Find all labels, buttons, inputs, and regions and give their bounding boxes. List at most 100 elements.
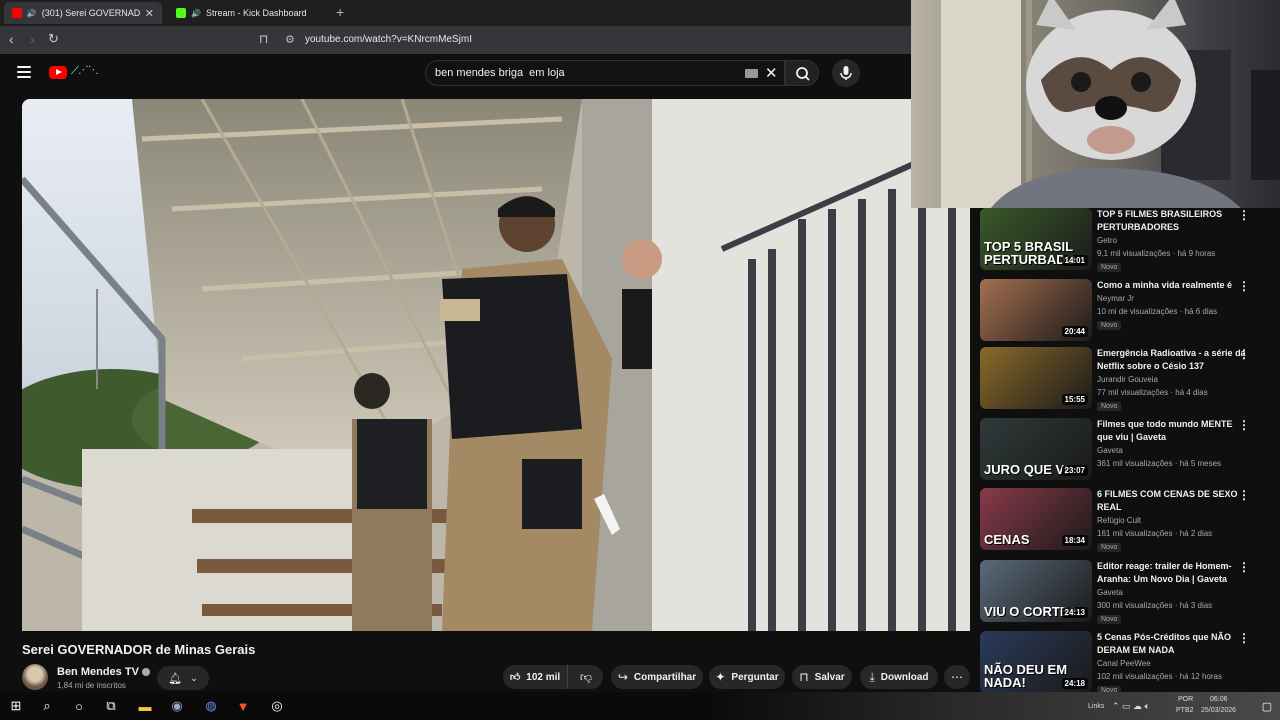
save-button[interactable]: ⊓ Salvar	[792, 665, 852, 689]
video-frame	[22, 99, 970, 631]
notification-bell-button[interactable]: 🔔︎ ⌄	[157, 666, 209, 690]
recommendation-channel[interactable]: Neymar Jr	[1097, 294, 1134, 303]
like-button[interactable]: 👍︎ 102 mil	[503, 665, 568, 689]
recommendation-item[interactable]: 15:55 Emergência Radioativa - a série da …	[980, 347, 1280, 413]
video-player[interactable]	[22, 99, 970, 631]
clear-search-icon[interactable]: ✕	[765, 64, 778, 82]
recommendation-title[interactable]: 6 FILMES COM CENAS DE SEXO REAL	[1097, 488, 1247, 514]
new-tab-button[interactable]: +	[336, 4, 344, 20]
obs-icon[interactable]: ◎	[268, 697, 286, 715]
like-dislike-group: 👍︎ 102 mil 👎︎	[503, 665, 603, 689]
task-view-icon[interactable]: ⧉	[102, 697, 120, 715]
discord-icon[interactable]: ◍	[202, 697, 220, 715]
recommendation-thumbnail[interactable]: VIU O CORTE? 24:13	[980, 560, 1092, 622]
search-input[interactable]: ben mendes briga em loja	[435, 67, 565, 79]
language-indicator[interactable]: POR	[1178, 696, 1193, 703]
channel-name-text[interactable]: Ben Mendes TV	[57, 666, 139, 678]
share-button[interactable]: ↪ Compartilhar	[611, 665, 703, 689]
bookmark-icon[interactable]: ⊓	[259, 32, 268, 46]
download-button[interactable]: ⤓ Download	[860, 665, 938, 689]
recommendation-title[interactable]: TOP 5 FILMES BRASILEIROS PERTURBADORES	[1097, 208, 1247, 234]
recommendation-item[interactable]: JURO QUE VI 23:07 Filmes que todo mundo ME…	[980, 418, 1280, 484]
keyboard-icon[interactable]	[745, 69, 758, 78]
more-options-icon[interactable]: ⋮	[1238, 208, 1250, 222]
kick-favicon-icon	[176, 8, 186, 18]
hamburger-menu-icon[interactable]	[17, 66, 31, 78]
new-badge: Novo	[1097, 321, 1122, 330]
more-options-icon[interactable]: ⋮	[1238, 488, 1250, 502]
channel-avatar[interactable]	[22, 664, 48, 690]
recommendation-channel[interactable]: Gaveta	[1097, 588, 1123, 597]
recommendation-channel[interactable]: Getro	[1097, 236, 1117, 245]
recommendation-item[interactable]: TOP 5 BRASIL PERTURBADO 14:01 TOP 5 FILMES…	[980, 208, 1280, 274]
recommendation-item[interactable]: NÃO DEU EM NADA! 24:18 5 Cenas Pós-Crédito…	[980, 631, 1280, 697]
recommendation-channel[interactable]: Refúgio Cult	[1097, 516, 1141, 525]
brave-icon[interactable]: ▼	[234, 697, 252, 715]
search-box[interactable]: ben mendes briga em loja ✕	[425, 60, 785, 86]
recommendation-title[interactable]: Como a minha vida realmente é	[1097, 279, 1247, 292]
video-title: Serei GOVERNADOR de Minas Gerais	[22, 642, 256, 657]
steam-icon[interactable]: ◉	[168, 697, 186, 715]
recommendation-thumbnail[interactable]: 20:44	[980, 279, 1092, 341]
tab-youtube[interactable]: 🔊 (301) Serei GOVERNADOR de ✕	[4, 2, 162, 24]
clock-time[interactable]: 06:06	[1210, 696, 1228, 703]
subscriber-count: 1,84 mi de inscritos	[57, 681, 126, 690]
video-duration: 18:34	[1061, 535, 1088, 546]
search-button[interactable]	[785, 60, 819, 86]
recommendation-item[interactable]: CENAS 18:34 6 FILMES COM CENAS DE SEXO REA…	[980, 488, 1280, 554]
recommendation-meta: 9,1 mil visualizações · há 9 horas	[1097, 249, 1216, 258]
recommendation-title[interactable]: Filmes que todo mundo MENTE que viu | Ga…	[1097, 418, 1247, 444]
recommendation-title[interactable]: Emergência Radioativa - a série da Netfl…	[1097, 347, 1247, 373]
windows-taskbar: ⊞ ⌕ ○ ⧉ ▬ ◉ ◍ ▼ ◎ Links ⌃ ▭ ☁ 🔈︎ POR PTB…	[0, 692, 1280, 720]
recommendation-thumbnail[interactable]: JURO QUE VI 23:07	[980, 418, 1092, 480]
voice-search-button[interactable]	[832, 59, 860, 87]
recommendation-channel[interactable]: Jurandir Gouveia	[1097, 375, 1158, 384]
forward-icon[interactable]: ›	[30, 31, 35, 47]
back-icon[interactable]: ‹	[9, 31, 14, 47]
webcam-overlay	[911, 0, 1280, 208]
recommendation-item[interactable]: 20:44 Como a minha vida realmente é Neymar…	[980, 279, 1280, 345]
recommendation-thumbnail[interactable]: NÃO DEU EM NADA! 24:18	[980, 631, 1092, 693]
recommendation-title[interactable]: 5 Cenas Pós-Créditos que NÃO DERAM EM NA…	[1097, 631, 1247, 657]
more-options-icon[interactable]: ⋮	[1238, 347, 1250, 361]
more-options-icon[interactable]: ⋮	[1238, 279, 1250, 293]
video-duration: 20:44	[1061, 326, 1088, 337]
more-actions-button[interactable]: ⋯	[944, 665, 970, 689]
more-options-icon[interactable]: ⋮	[1238, 418, 1250, 432]
more-options-icon[interactable]: ⋮	[1238, 560, 1250, 574]
close-tab-icon[interactable]: ✕	[145, 7, 154, 20]
sparkle-icon: ✦	[715, 670, 726, 684]
search-icon[interactable]: ⌕	[38, 697, 56, 715]
more-options-icon[interactable]: ⋮	[1238, 631, 1250, 645]
recommendation-thumbnail[interactable]: TOP 5 BRASIL PERTURBADO 14:01	[980, 208, 1092, 270]
keyboard-layout-indicator[interactable]: PTB2	[1176, 707, 1194, 714]
windows-start-icon[interactable]: ⊞	[7, 697, 25, 715]
recommendation-item[interactable]: VIU O CORTE? 24:13 Editor reage: trailer d…	[980, 560, 1280, 626]
recommendation-channel[interactable]: Gaveta	[1097, 446, 1123, 455]
tab-label: Stream - Kick Dashboard	[205, 8, 307, 18]
file-explorer-icon[interactable]: ▬	[136, 697, 154, 715]
youtube-logo-icon[interactable]	[49, 66, 67, 79]
youtube-favicon-icon	[12, 8, 22, 18]
url-field[interactable]: youtube.com/watch?v=KNrcmMeSjmI	[305, 34, 472, 45]
channel-name[interactable]: Ben Mendes TV	[57, 666, 150, 678]
tray-icons[interactable]: ⌃ ▭ ☁ 🔈︎	[1112, 701, 1150, 712]
recommendation-channel[interactable]: Canal PeeWee	[1097, 659, 1151, 668]
dislike-button[interactable]: 👎︎	[569, 665, 603, 689]
tab-kick[interactable]: 🔊 Stream - Kick Dashboard	[168, 2, 328, 24]
cortana-icon[interactable]: ○	[70, 697, 88, 715]
notification-center-icon[interactable]: ▢	[1258, 697, 1276, 715]
video-duration: 23:07	[1061, 465, 1088, 476]
clock-date[interactable]: 25/03/2026	[1201, 707, 1236, 714]
ask-button[interactable]: ✦ Perguntar	[709, 665, 785, 689]
youtube-doodle-icon[interactable]: ⟋⋰⋱	[71, 65, 99, 78]
reload-icon[interactable]: ↻	[48, 31, 59, 47]
recommendation-thumbnail[interactable]: 15:55	[980, 347, 1092, 409]
links-toolbar[interactable]: Links	[1088, 703, 1104, 710]
site-info-icon[interactable]: ⚙	[285, 33, 295, 46]
recommendation-title[interactable]: Editor reage: trailer de Homem-Aranha: U…	[1097, 560, 1247, 586]
thumbnail-text: CENAS	[984, 532, 1030, 547]
new-badge: Novo	[1097, 402, 1122, 411]
new-badge: Novo	[1097, 263, 1122, 272]
recommendation-thumbnail[interactable]: CENAS 18:34	[980, 488, 1092, 550]
